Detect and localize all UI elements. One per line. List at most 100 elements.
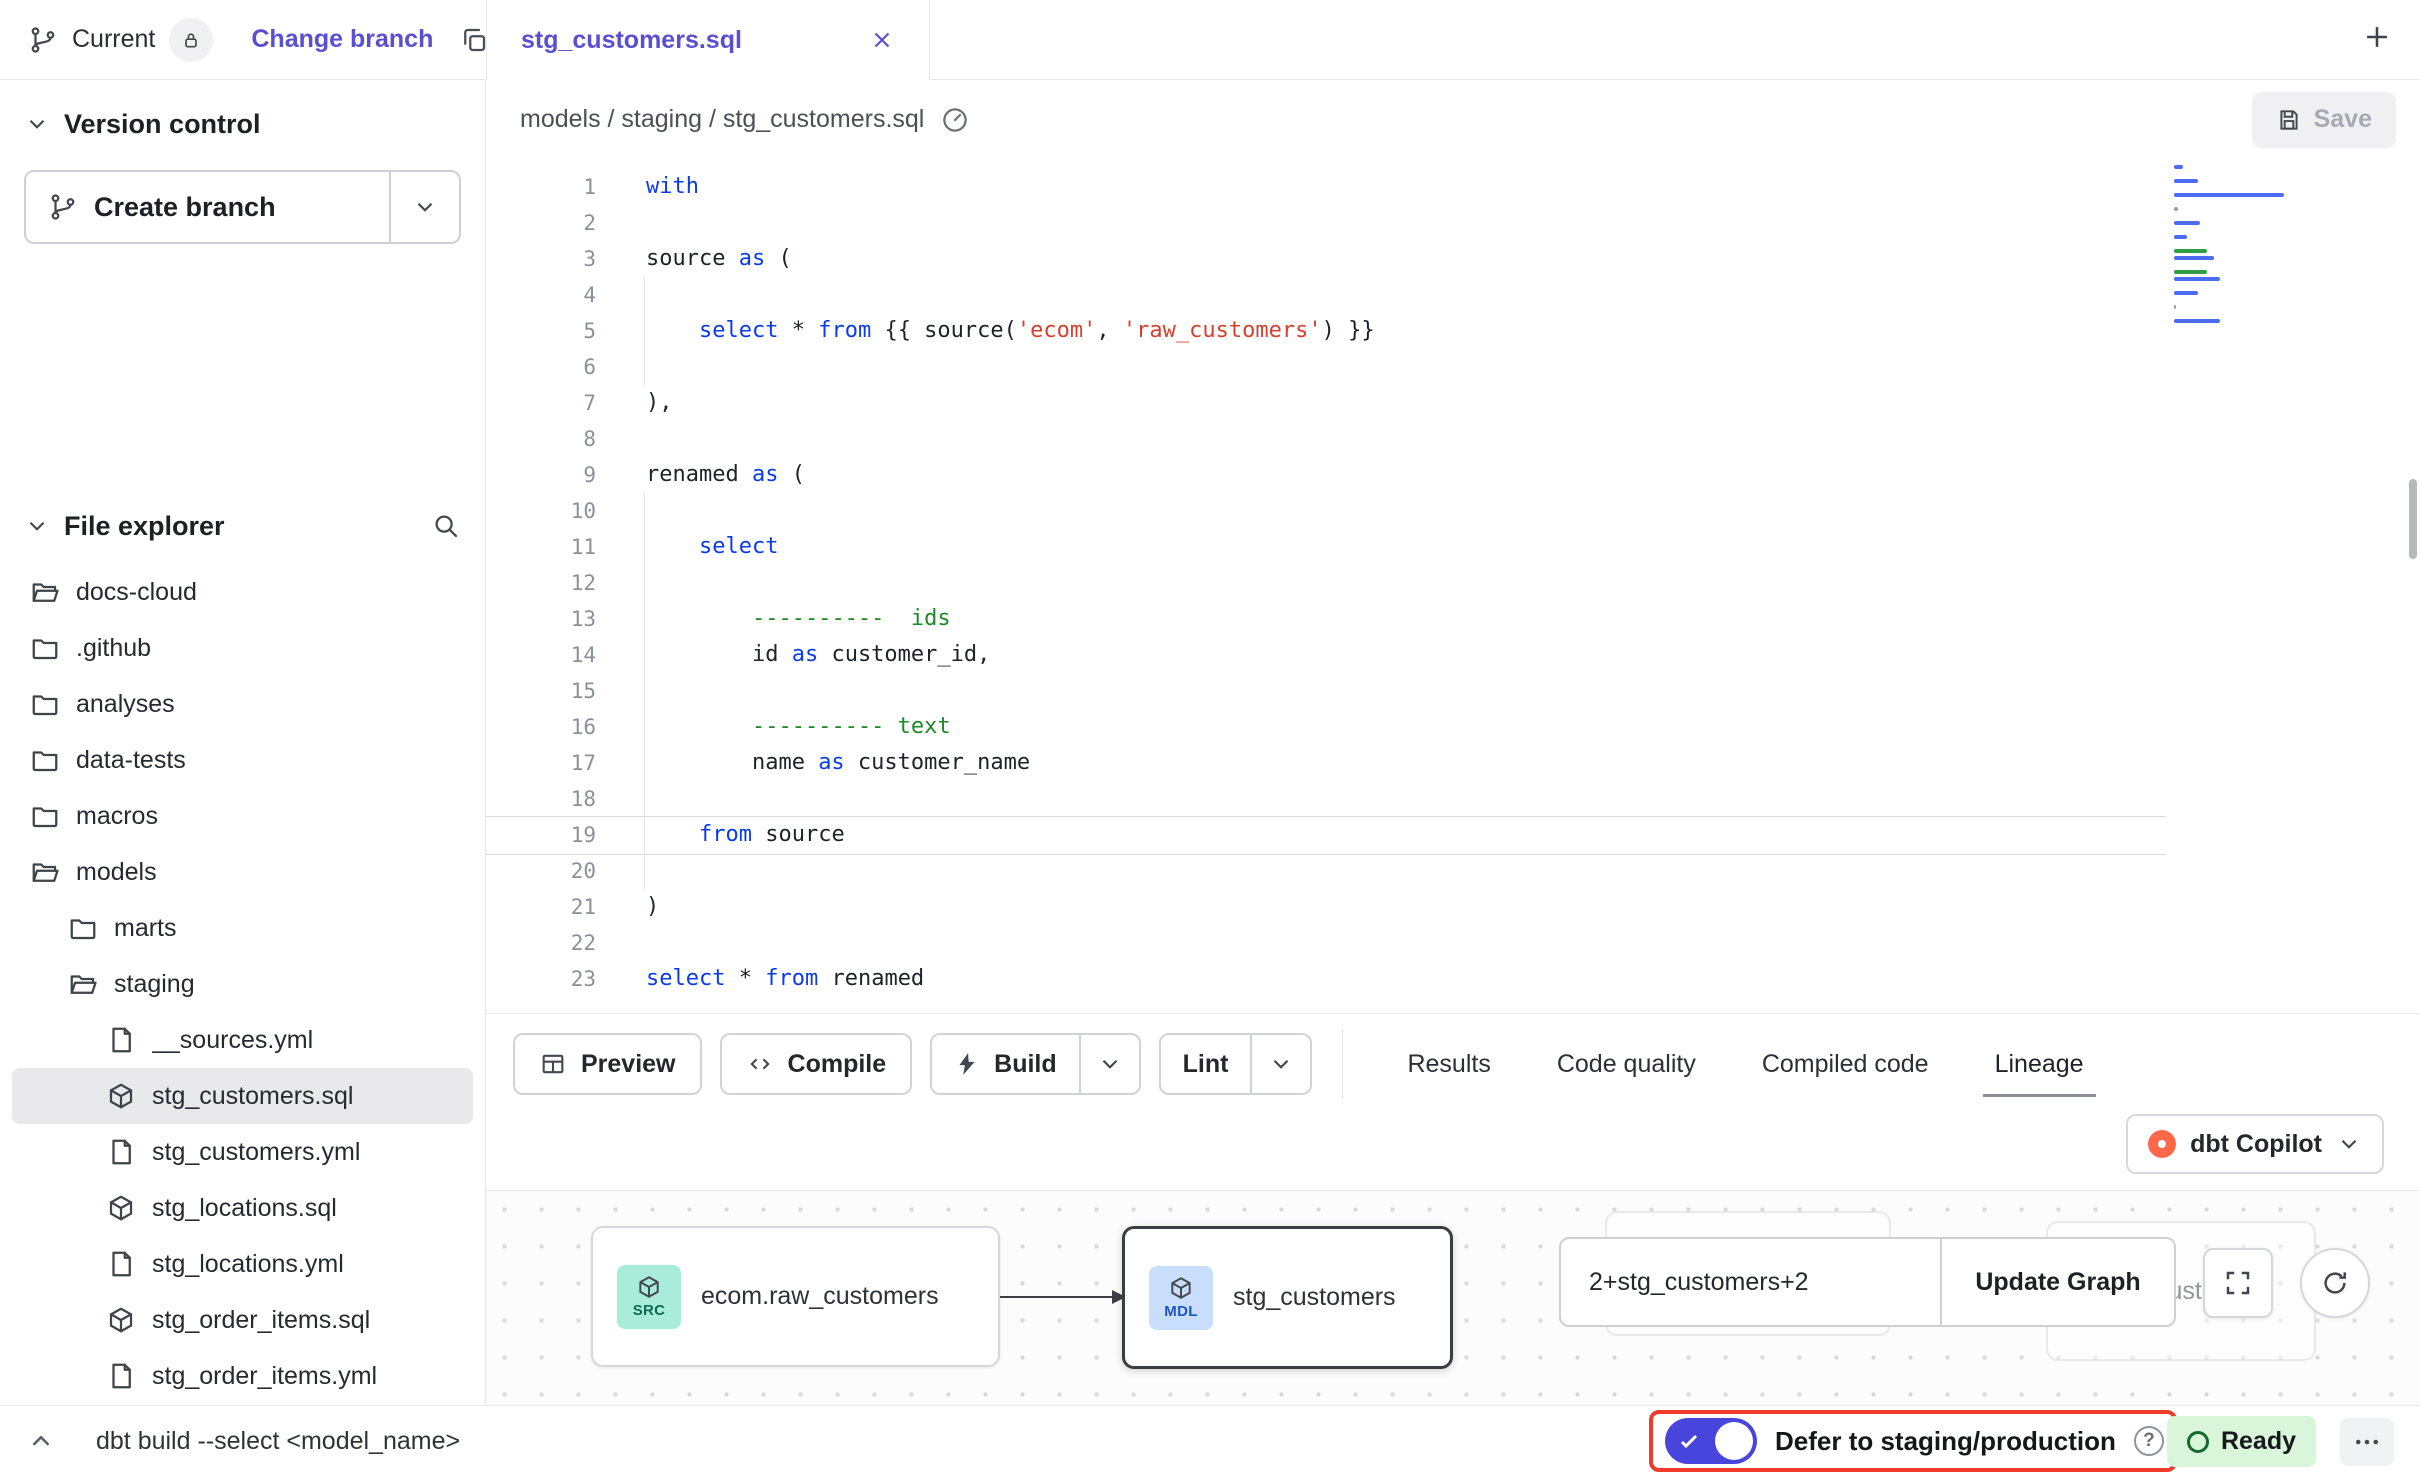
minimap-line (2174, 165, 2183, 169)
search-icon[interactable] (431, 511, 461, 541)
panel-tab-compiled-code[interactable]: Compiled code (1760, 1022, 1931, 1107)
file-tree-item-stg-order-items-sql[interactable]: stg_order_items.sql (12, 1292, 473, 1348)
file-tree-item-stg-locations-yml[interactable]: stg_locations.yml (12, 1236, 473, 1292)
line-content: select * from {{ source('ecom', 'raw_cus… (646, 313, 1375, 349)
code-line-18[interactable]: 18 (486, 781, 2420, 817)
panel-tab-code-quality[interactable]: Code quality (1555, 1022, 1698, 1107)
line-number: 17 (486, 745, 596, 781)
code-line-13[interactable]: 13 ---------- ids (486, 601, 2420, 637)
code-line-12[interactable]: 12 (486, 565, 2420, 601)
file-tree-item-docs-cloud[interactable]: docs-cloud (12, 564, 473, 620)
more-options-button[interactable] (2340, 1418, 2394, 1466)
file-tree-item-staging[interactable]: staging (12, 956, 473, 1012)
code-line-3[interactable]: 3source as ( (486, 241, 2420, 277)
lint-dropdown[interactable] (1250, 1035, 1310, 1093)
file-tree-item-stg-customers-sql[interactable]: stg_customers.sql (12, 1068, 473, 1124)
new-tab-icon[interactable] (2360, 20, 2394, 54)
lint-label: Lint (1183, 1050, 1229, 1079)
compile-button[interactable]: Compile (720, 1033, 913, 1095)
file-tree-item--github[interactable]: .github (12, 620, 473, 676)
help-icon[interactable]: ? (2134, 1426, 2164, 1456)
create-branch-label: Create branch (94, 192, 276, 223)
save-button-label: Save (2314, 105, 2372, 134)
code-line-9[interactable]: 9renamed as ( (486, 457, 2420, 493)
lineage-node-model[interactable]: MDL stg_customers (1122, 1226, 1453, 1369)
code-line-15[interactable]: 15 (486, 673, 2420, 709)
code-line-1[interactable]: 1with (486, 169, 2420, 205)
code-line-5[interactable]: 5 select * from {{ source('ecom', 'raw_c… (486, 313, 2420, 349)
check-icon (1677, 1429, 1701, 1453)
panel-tab-lineage[interactable]: Lineage (1993, 1022, 2086, 1107)
code-line-11[interactable]: 11 select (486, 529, 2420, 565)
lineage-edge (1000, 1284, 1130, 1310)
file-tree-item--sources-yml[interactable]: __sources.yml (12, 1012, 473, 1068)
code-line-10[interactable]: 10 (486, 493, 2420, 529)
code-line-22[interactable]: 22 (486, 925, 2420, 961)
code-line-21[interactable]: 21) (486, 889, 2420, 925)
file-icon (106, 1361, 136, 1391)
file-tree-item-stg-customers-yml[interactable]: stg_customers.yml (12, 1124, 473, 1180)
file-explorer-header[interactable]: File explorer (0, 494, 485, 558)
toolbar-divider (1342, 1029, 1343, 1099)
file-tree-item-analyses[interactable]: analyses (12, 676, 473, 732)
cube-icon (1168, 1275, 1194, 1301)
editor-tab[interactable]: stg_customers.sql (486, 0, 930, 80)
code-line-17[interactable]: 17 name as customer_name (486, 745, 2420, 781)
lineage-canvas[interactable]: MDL customers SEM customers SRC ecom.raw… (486, 1190, 2420, 1405)
create-branch-dropdown[interactable] (389, 172, 459, 242)
file-tree-item-stg-locations-sql[interactable]: stg_locations.sql (12, 1180, 473, 1236)
lineage-selector-input[interactable]: 2+stg_customers+2 (1559, 1237, 1942, 1327)
chevron-down-icon (2336, 1131, 2362, 1157)
code-line-4[interactable]: 4 (486, 277, 2420, 313)
line-number: 2 (486, 205, 596, 241)
version-control-header[interactable]: Version control (0, 92, 485, 156)
line-content: ) (646, 889, 659, 925)
command-input[interactable]: dbt build --select <model_name> (96, 1427, 460, 1456)
code-line-23[interactable]: 23select * from renamed (486, 961, 2420, 997)
panel-tab-results[interactable]: Results (1405, 1022, 1492, 1107)
refresh-button[interactable] (2300, 1248, 2370, 1318)
line-content: ---------- text (646, 709, 951, 745)
defer-toggle[interactable] (1665, 1418, 1757, 1464)
update-graph-button[interactable]: Update Graph (1942, 1237, 2176, 1327)
preview-button[interactable]: Preview (513, 1033, 702, 1095)
file-tree-item-models[interactable]: models (12, 844, 473, 900)
current-branch-group[interactable]: Current (0, 18, 213, 62)
refresh-icon (2320, 1268, 2350, 1298)
code-line-6[interactable]: 6 (486, 349, 2420, 385)
lint-button[interactable]: Lint (1161, 1035, 1251, 1093)
change-branch-link[interactable]: Change branch (251, 25, 433, 54)
code-line-14[interactable]: 14 id as customer_id, (486, 637, 2420, 673)
file-tree-item-macros[interactable]: macros (12, 788, 473, 844)
line-number: 16 (486, 709, 596, 745)
dbt-copilot-button[interactable]: dbt Copilot (2126, 1114, 2384, 1174)
line-content: id as customer_id, (646, 637, 990, 673)
file-tree-item-stg-order-items-yml[interactable]: stg_order_items.yml (12, 1348, 473, 1404)
create-branch-button[interactable]: Create branch (26, 172, 389, 242)
file-tree-label: stg_customers.yml (152, 1138, 360, 1167)
chevron-up-icon[interactable] (26, 1426, 56, 1456)
file-tree-item-marts[interactable]: marts (12, 900, 473, 956)
minimap-line (2174, 179, 2198, 183)
build-button[interactable]: Build (932, 1035, 1079, 1093)
file-tree-item-data-tests[interactable]: data-tests (12, 732, 473, 788)
editor-scrollbar[interactable] (2409, 479, 2417, 559)
code-editor[interactable]: 1with23source as (45 select * from {{ so… (486, 159, 2420, 1013)
code-line-8[interactable]: 8 (486, 421, 2420, 457)
defer-annotation-box: Defer to staging/production ? (1649, 1410, 2177, 1472)
build-dropdown[interactable] (1079, 1035, 1139, 1093)
create-branch-control: Create branch (24, 170, 461, 244)
code-line-7[interactable]: 7), (486, 385, 2420, 421)
tab-close-icon[interactable] (869, 27, 895, 53)
save-button[interactable]: Save (2252, 92, 2396, 148)
preview-label: Preview (581, 1050, 676, 1079)
file-tree-label: stg_locations.yml (152, 1250, 344, 1279)
code-line-19[interactable]: 19 from source (486, 817, 2420, 853)
code-line-20[interactable]: 20 (486, 853, 2420, 889)
fullscreen-button[interactable] (2203, 1248, 2273, 1318)
code-line-2[interactable]: 2 (486, 205, 2420, 241)
lineage-node-source[interactable]: SRC ecom.raw_customers (591, 1226, 1000, 1367)
copy-branch-icon[interactable] (459, 25, 489, 55)
minimap[interactable] (2174, 165, 2294, 326)
code-line-16[interactable]: 16 ---------- text (486, 709, 2420, 745)
